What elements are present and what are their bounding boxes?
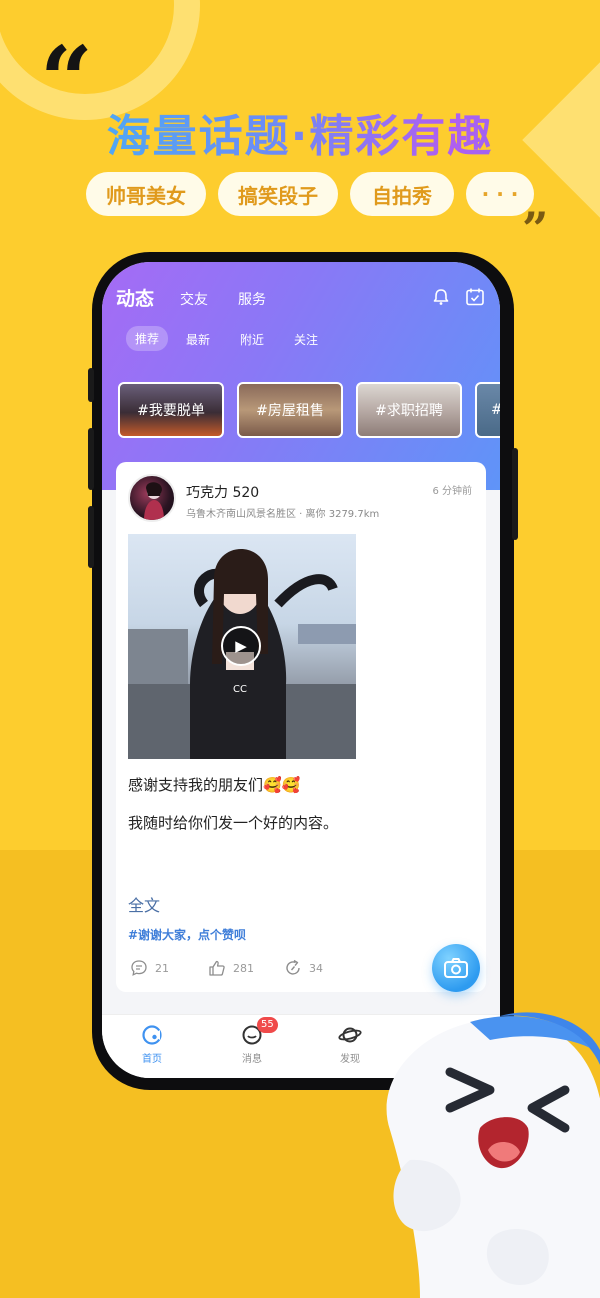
tab-services[interactable]: 服务 (238, 289, 266, 309)
phone-side-button (88, 428, 94, 490)
subtab-latest[interactable]: 最新 (186, 331, 210, 348)
comment-stat[interactable]: 21 (130, 959, 169, 977)
post-hashtag[interactable]: #谢谢大家，点个赞呗 (128, 926, 246, 943)
calendar-check-icon[interactable] (464, 286, 486, 308)
chip-funny-jokes[interactable]: 搞笑段子 (218, 172, 338, 216)
camera-icon (444, 958, 468, 978)
phone-side-button (512, 448, 518, 540)
topic-card-housing[interactable]: #房屋租售 (237, 382, 343, 438)
mascot-illustration (386, 1012, 600, 1298)
close-quote-mark: ” (522, 202, 549, 256)
promo-headline: 海量话题·精彩有趣 (0, 100, 600, 164)
topic-label: #求职招聘 (375, 403, 443, 419)
read-more-link[interactable]: 全文 (128, 892, 160, 916)
post-username[interactable]: 巧克力 520 (186, 482, 259, 502)
post-text-line-2: 我随时给你们发一个好的内容。 (128, 814, 339, 832)
phone-side-button (88, 368, 94, 402)
post-location: 乌鲁木齐南山风景名胜区 · 离你 3279.7km (186, 509, 380, 520)
topic-card-partial[interactable]: # (475, 382, 500, 438)
like-count: 281 (233, 961, 254, 975)
tabbar-home[interactable]: 首页 (122, 1023, 182, 1065)
chip-handsome-beauty[interactable]: 帅哥美女 (86, 172, 206, 216)
thumbs-up-icon (209, 960, 225, 976)
home-icon (122, 1023, 182, 1047)
post-time: 6 分钟前 (432, 486, 472, 497)
comment-count: 21 (155, 961, 169, 975)
chip-more[interactable]: · · · (466, 172, 534, 216)
tabbar-messages-label: 消息 (242, 1054, 262, 1065)
topic-card-jobs[interactable]: #求职招聘 (356, 382, 462, 438)
tabbar-messages[interactable]: 55 消息 (222, 1017, 282, 1065)
share-count: 34 (309, 961, 323, 975)
app-screen: 动态 交友 服务 推荐 最新 附近 关注 #我要脱单 #房屋租售 #求职招聘 #… (102, 262, 500, 1078)
share-icon (286, 959, 300, 975)
topic-label: #房屋租售 (256, 403, 324, 419)
tab-friends[interactable]: 交友 (180, 289, 208, 309)
svg-text:CC: CC (233, 684, 247, 695)
subtab-recommend[interactable]: 推荐 (126, 326, 169, 351)
avatar[interactable] (128, 474, 176, 522)
camera-button[interactable] (432, 944, 480, 992)
topic-label: #我要脱单 (137, 403, 205, 419)
topic-label: # (491, 402, 500, 418)
message-badge: 55 (257, 1017, 278, 1033)
bell-icon[interactable] (430, 286, 452, 308)
app-header: 动态 交友 服务 推荐 最新 附近 关注 #我要脱单 #房屋租售 #求职招聘 # (102, 262, 500, 490)
subtab-following[interactable]: 关注 (294, 331, 318, 348)
share-stat[interactable]: 34 (284, 959, 323, 977)
comment-icon (131, 960, 147, 976)
play-icon[interactable]: ▶ (221, 626, 261, 666)
tab-dynamics[interactable]: 动态 (116, 284, 154, 311)
tabbar-home-label: 首页 (142, 1054, 162, 1065)
chip-selfie-show[interactable]: 自拍秀 (350, 172, 454, 216)
like-stat[interactable]: 281 (208, 959, 254, 977)
post-card: 巧克力 520 乌鲁木齐南山风景名胜区 · 离你 3279.7km 6 分钟前 … (116, 462, 486, 992)
phone-side-button (88, 506, 94, 568)
post-text-line-1: 感谢支持我的朋友们🥰🥰 (128, 776, 301, 794)
subtab-nearby[interactable]: 附近 (240, 331, 264, 348)
post-video-thumbnail[interactable]: CC ▶ (128, 534, 356, 759)
topic-card-dating[interactable]: #我要脱单 (118, 382, 224, 438)
